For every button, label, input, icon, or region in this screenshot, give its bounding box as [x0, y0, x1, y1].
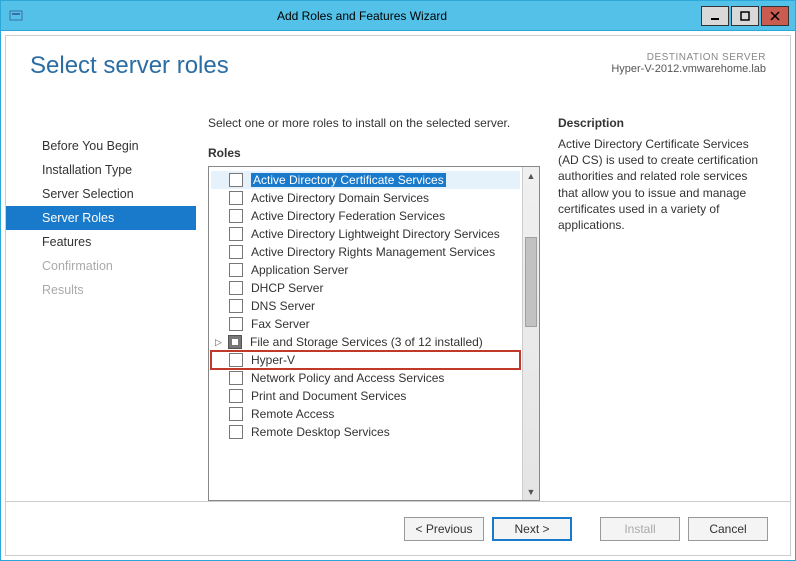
destination-server: Hyper-V-2012.vmwarehome.lab [611, 63, 766, 75]
nav-item-before-you-begin[interactable]: Before You Begin [6, 134, 196, 158]
maximize-button[interactable] [731, 6, 759, 26]
role-label: Active Directory Rights Management Servi… [251, 245, 495, 259]
role-checkbox[interactable] [229, 245, 243, 259]
role-label: Fax Server [251, 317, 310, 331]
scroll-up-button[interactable]: ▲ [523, 167, 539, 184]
role-row[interactable]: Active Directory Lightweight Directory S… [211, 225, 520, 243]
nav-item-features[interactable]: Features [6, 230, 196, 254]
nav-item-server-roles[interactable]: Server Roles [6, 206, 196, 230]
nav-item-installation-type[interactable]: Installation Type [6, 158, 196, 182]
role-row[interactable]: Hyper-V [211, 351, 520, 369]
description-text: Active Directory Certificate Services (A… [558, 136, 766, 233]
role-checkbox[interactable] [229, 191, 243, 205]
install-button[interactable]: Install [600, 517, 680, 541]
role-label: Active Directory Domain Services [251, 191, 429, 205]
role-checkbox[interactable] [228, 335, 242, 349]
destination-label: DESTINATION SERVER [611, 52, 766, 63]
role-label: Application Server [251, 263, 348, 277]
role-row[interactable]: Active Directory Rights Management Servi… [211, 243, 520, 261]
role-row[interactable]: Fax Server [211, 315, 520, 333]
scroll-down-button[interactable]: ▼ [523, 483, 539, 500]
role-checkbox[interactable] [229, 263, 243, 277]
cancel-button[interactable]: Cancel [688, 517, 768, 541]
role-row[interactable]: DNS Server [211, 297, 520, 315]
role-checkbox[interactable] [229, 407, 243, 421]
role-checkbox[interactable] [229, 173, 243, 187]
role-row[interactable]: Active Directory Certificate Services [211, 171, 520, 189]
role-row[interactable]: Active Directory Federation Services [211, 207, 520, 225]
role-checkbox[interactable] [229, 425, 243, 439]
role-checkbox[interactable] [229, 281, 243, 295]
destination-info: DESTINATION SERVER Hyper-V-2012.vmwareho… [611, 52, 766, 75]
role-label: Remote Desktop Services [251, 425, 390, 439]
role-label: File and Storage Services (3 of 12 insta… [250, 335, 483, 349]
role-row[interactable]: Remote Desktop Services [211, 423, 520, 441]
window-title: Add Roles and Features Wizard [25, 9, 699, 23]
role-checkbox[interactable] [229, 353, 243, 367]
role-checkbox[interactable] [229, 209, 243, 223]
role-row[interactable]: DHCP Server [211, 279, 520, 297]
role-label: DNS Server [251, 299, 315, 313]
role-row[interactable]: Remote Access [211, 405, 520, 423]
role-label: DHCP Server [251, 281, 323, 295]
previous-button[interactable]: < Previous [404, 517, 484, 541]
role-row[interactable]: Print and Document Services [211, 387, 520, 405]
scroll-thumb[interactable] [525, 237, 537, 327]
instruction-text: Select one or more roles to install on t… [208, 116, 540, 130]
roles-label: Roles [208, 146, 540, 160]
role-label: Active Directory Lightweight Directory S… [251, 227, 500, 241]
wizard-window: Add Roles and Features Wizard Select ser… [0, 0, 796, 561]
nav-item-server-selection[interactable]: Server Selection [6, 182, 196, 206]
role-row[interactable]: ▷ File and Storage Services (3 of 12 inst… [211, 333, 520, 351]
role-checkbox[interactable] [229, 227, 243, 241]
app-icon [7, 7, 25, 25]
role-label: Active Directory Federation Services [251, 209, 445, 223]
role-row[interactable]: Network Policy and Access Services [211, 369, 520, 387]
role-row[interactable]: Active Directory Domain Services [211, 189, 520, 207]
role-label: Remote Access [251, 407, 334, 421]
close-button[interactable] [761, 6, 789, 26]
nav-item-confirmation: Confirmation [6, 254, 196, 278]
role-label: Network Policy and Access Services [251, 371, 444, 385]
role-checkbox[interactable] [229, 317, 243, 331]
nav-item-results: Results [6, 278, 196, 302]
page-title: Select server roles [30, 52, 611, 80]
titlebar[interactable]: Add Roles and Features Wizard [1, 1, 795, 31]
scrollbar[interactable]: ▲ ▼ [522, 167, 539, 500]
minimize-button[interactable] [701, 6, 729, 26]
role-checkbox[interactable] [229, 371, 243, 385]
role-checkbox[interactable] [229, 299, 243, 313]
wizard-nav: Before You BeginInstallation TypeServer … [6, 116, 196, 501]
description-label: Description [558, 116, 766, 130]
wizard-footer: < Previous Next > Install Cancel [6, 501, 790, 555]
expand-caret-icon[interactable]: ▷ [215, 337, 225, 348]
role-checkbox[interactable] [229, 389, 243, 403]
next-button[interactable]: Next > [492, 517, 572, 541]
role-label: Hyper-V [251, 353, 295, 367]
role-label: Print and Document Services [251, 389, 406, 403]
role-label: Active Directory Certificate Services [251, 173, 446, 187]
roles-list[interactable]: Active Directory Certificate Services Act… [209, 167, 522, 500]
role-row[interactable]: Application Server [211, 261, 520, 279]
